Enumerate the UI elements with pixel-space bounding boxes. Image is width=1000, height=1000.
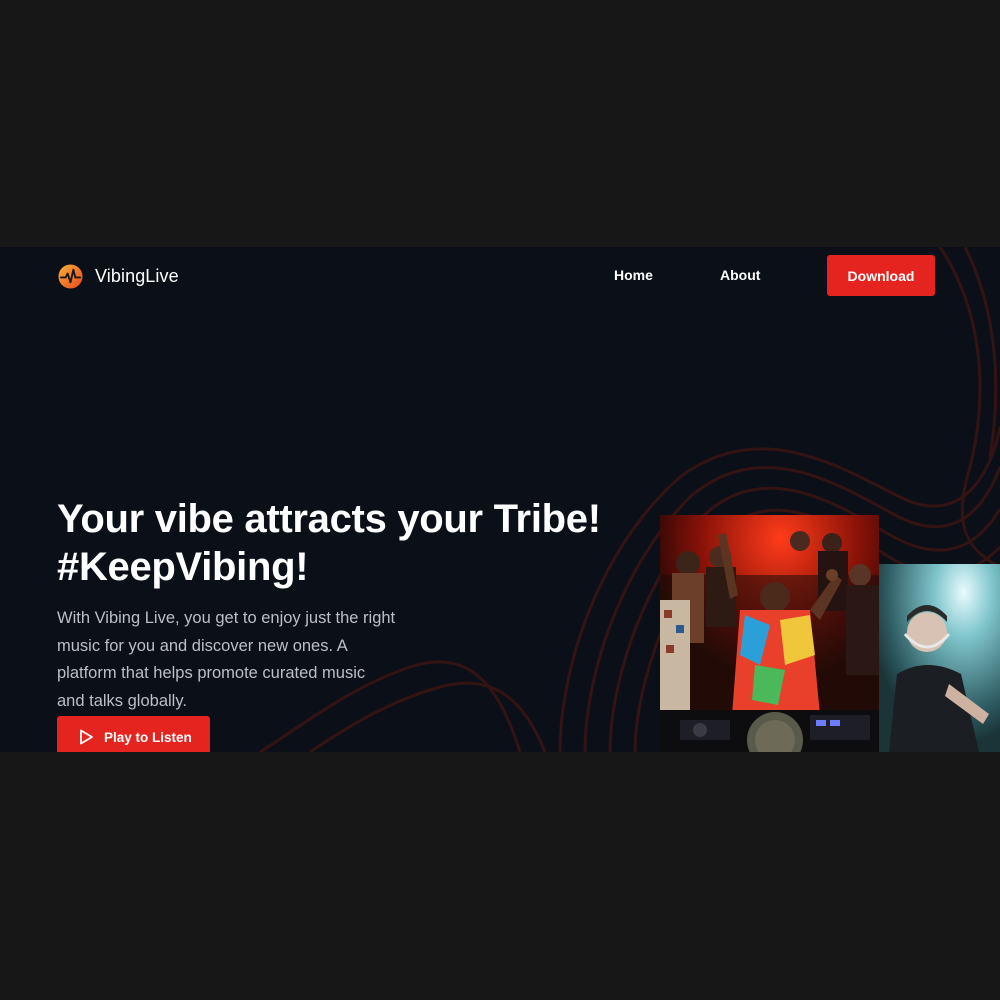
hero-title: Your vibe attracts your Tribe! #KeepVibi… — [57, 495, 627, 591]
brand-name: VibingLive — [95, 265, 179, 286]
download-button[interactable]: Download — [827, 255, 935, 296]
vibinglive-logo-icon — [58, 263, 83, 289]
hero-description: With Vibing Live, you get to enjoy just … — [57, 609, 396, 710]
nav-home-link[interactable]: Home — [614, 267, 653, 283]
play-icon — [80, 729, 93, 745]
brand-logo[interactable]: VibingLive — [58, 263, 179, 289]
play-button-label: Play to Listen — [104, 729, 192, 745]
nav-about-link[interactable]: About — [720, 267, 760, 283]
landing-page-frame: VibingLive Home About Download Your vibe… — [0, 247, 1000, 752]
hero-title-line-2: #KeepVibing! — [57, 545, 309, 589]
play-to-listen-button[interactable]: Play to Listen — [57, 716, 210, 752]
concert-crowd-photo — [660, 515, 879, 752]
hero-title-line-1: Your vibe attracts your Tribe! — [57, 497, 601, 541]
dj-photo — [879, 564, 1000, 752]
